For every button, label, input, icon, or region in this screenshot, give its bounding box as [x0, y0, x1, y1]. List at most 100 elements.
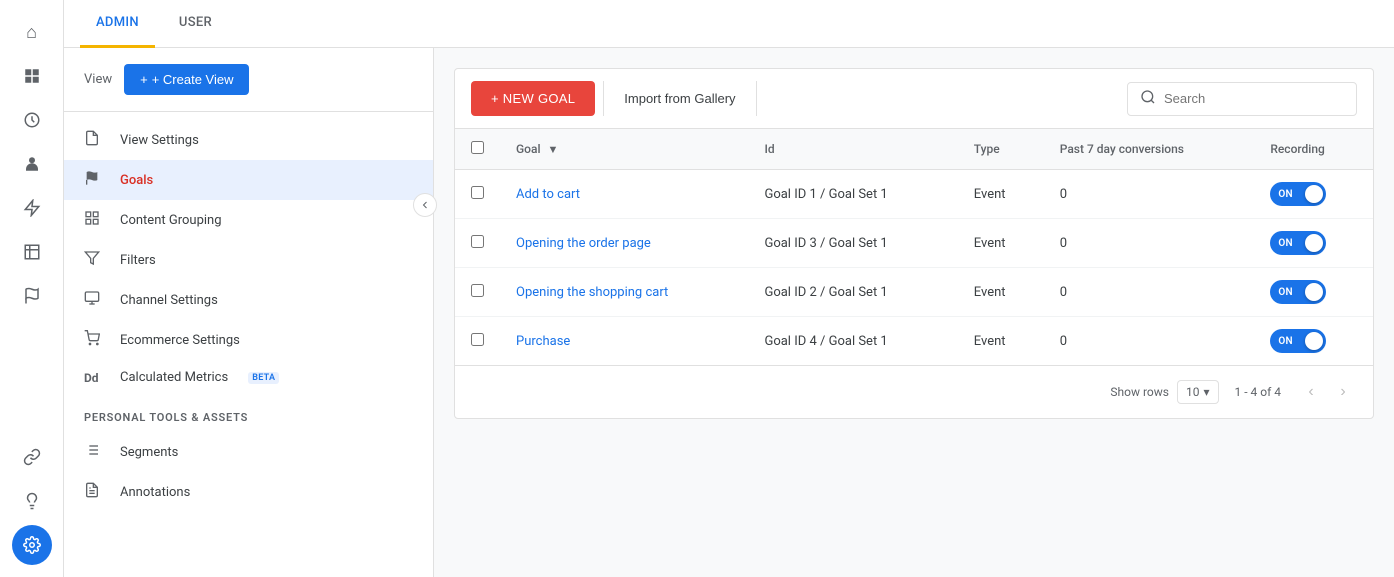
sort-icon: ▼	[548, 143, 559, 156]
home-icon[interactable]: ⌂	[12, 12, 52, 52]
table-icon[interactable]	[12, 232, 52, 272]
row-checkbox[interactable]	[471, 284, 484, 297]
view-label: View	[84, 72, 112, 87]
goal-cell: Opening the order page	[500, 219, 748, 268]
toggle-knob	[1305, 283, 1323, 301]
rows-select: Show rows 10 ▾	[1110, 380, 1218, 404]
pagination-info: 1 - 4 of 4	[1235, 385, 1281, 399]
goals-toolbar: + NEW GOAL Import from Gallery	[455, 69, 1373, 129]
create-view-button[interactable]: + + Create View	[124, 64, 249, 95]
bulb-icon[interactable]	[12, 481, 52, 521]
filter-icon	[84, 250, 104, 270]
row-checkbox[interactable]	[471, 235, 484, 248]
sidebar-item-filters[interactable]: Filters	[64, 240, 433, 280]
sidebar-item-view-settings[interactable]: View Settings	[64, 120, 433, 160]
cart-icon	[84, 330, 104, 350]
row-checkbox-cell	[455, 170, 500, 219]
rows-count: 10	[1186, 385, 1200, 399]
content-grouping-icon	[84, 210, 104, 230]
recording-toggle[interactable]: ON	[1270, 182, 1326, 206]
rows-dropdown[interactable]: 10 ▾	[1177, 380, 1219, 404]
row-checkbox-cell	[455, 219, 500, 268]
search-input[interactable]	[1164, 91, 1344, 106]
sidebar-item-segments[interactable]: Segments	[64, 432, 433, 472]
person-icon[interactable]	[12, 144, 52, 184]
new-goal-button[interactable]: + NEW GOAL	[471, 81, 595, 116]
recording-toggle[interactable]: ON	[1270, 280, 1326, 304]
segments-icon	[84, 442, 104, 462]
sidebar-item-label: Filters	[120, 253, 156, 268]
goal-link[interactable]: Purchase	[516, 334, 570, 349]
goals-icon	[84, 170, 104, 190]
row-checkbox[interactable]	[471, 186, 484, 199]
sidebar-item-label: Goals	[120, 173, 153, 188]
sidebar-item-label: Content Grouping	[120, 213, 222, 228]
annotations-icon	[84, 482, 104, 502]
left-panel: View + + Create View View Settings	[64, 48, 434, 577]
table-header-row: Goal ▼ Id Type Past 7 day conversions Re…	[455, 129, 1373, 170]
beta-badge: BETA	[248, 372, 279, 384]
sidebar-item-channel-settings[interactable]: Channel Settings	[64, 280, 433, 320]
goal-column-header: Goal ▼	[500, 129, 748, 170]
toggle-label: ON	[1278, 189, 1293, 200]
pagination-nav: ‹ ›	[1297, 378, 1357, 406]
goal-link[interactable]: Opening the shopping cart	[516, 285, 668, 300]
recording-toggle[interactable]: ON	[1270, 329, 1326, 353]
bolt-icon[interactable]	[12, 188, 52, 228]
channel-icon	[84, 290, 104, 310]
toggle-label: ON	[1278, 336, 1293, 347]
gear-icon[interactable]	[12, 525, 52, 565]
content-row: View + + Create View View Settings	[64, 48, 1394, 577]
id-cell: Goal ID 3 / Goal Set 1	[748, 219, 957, 268]
sidebar-item-goals[interactable]: Goals	[64, 160, 433, 200]
next-page-button[interactable]: ›	[1329, 378, 1357, 406]
goal-link[interactable]: Opening the order page	[516, 236, 651, 251]
type-cell: Event	[958, 268, 1044, 317]
main-area: ADMIN USER View + + Create View View Set…	[64, 0, 1394, 577]
collapse-panel-button[interactable]	[413, 193, 437, 217]
prev-page-button[interactable]: ‹	[1297, 378, 1325, 406]
import-from-gallery-button[interactable]: Import from Gallery	[603, 81, 756, 116]
sidebar-item-ecommerce[interactable]: Ecommerce Settings	[64, 320, 433, 360]
id-column-header: Id	[748, 129, 957, 170]
sidebar-item-annotations[interactable]: Annotations	[64, 472, 433, 512]
goals-table: Goal ▼ Id Type Past 7 day conversions Re…	[455, 129, 1373, 365]
type-cell: Event	[958, 170, 1044, 219]
toggle-knob	[1305, 332, 1323, 350]
left-panel-header: View + + Create View	[64, 48, 433, 112]
goal-cell: Opening the shopping cart	[500, 268, 748, 317]
nav-menu: View Settings Goals Content Grouping	[64, 112, 433, 577]
sidebar-item-label: Calculated Metrics	[120, 370, 228, 385]
plus-icon: +	[140, 72, 148, 87]
toggle-knob	[1305, 234, 1323, 252]
row-checkbox[interactable]	[471, 333, 484, 346]
flag-icon[interactable]	[12, 276, 52, 316]
recording-column-header: Recording	[1254, 129, 1373, 170]
pagination-row: Show rows 10 ▾ 1 - 4 of 4 ‹ ›	[455, 365, 1373, 418]
sidebar-item-label: Channel Settings	[120, 293, 218, 308]
id-cell: Goal ID 1 / Goal Set 1	[748, 170, 957, 219]
icon-sidebar: ⌂	[0, 0, 64, 577]
id-cell: Goal ID 2 / Goal Set 1	[748, 268, 957, 317]
toggle-label: ON	[1278, 238, 1293, 249]
tab-admin[interactable]: ADMIN	[80, 0, 155, 48]
recording-cell: ON	[1254, 317, 1373, 366]
table-row: Opening the order page Goal ID 3 / Goal …	[455, 219, 1373, 268]
clock-icon[interactable]	[12, 100, 52, 140]
link-icon[interactable]	[12, 437, 52, 477]
dashboard-icon[interactable]	[12, 56, 52, 96]
goal-cell: Add to cart	[500, 170, 748, 219]
conversions-column-header: Past 7 day conversions	[1044, 129, 1255, 170]
sidebar-item-content-grouping[interactable]: Content Grouping	[64, 200, 433, 240]
conversions-cell: 0	[1044, 268, 1255, 317]
goal-link[interactable]: Add to cart	[516, 187, 580, 202]
id-cell: Goal ID 4 / Goal Set 1	[748, 317, 957, 366]
sidebar-item-label: Annotations	[120, 485, 190, 500]
recording-toggle[interactable]: ON	[1270, 231, 1326, 255]
right-panel: + NEW GOAL Import from Gallery	[434, 48, 1394, 577]
tab-user[interactable]: USER	[163, 0, 228, 48]
row-checkbox-cell	[455, 317, 500, 366]
select-all-checkbox[interactable]	[471, 141, 484, 154]
sidebar-item-calculated-metrics[interactable]: Dd Calculated Metrics BETA	[64, 360, 433, 395]
personal-tools-header: PERSONAL TOOLS & ASSETS	[64, 395, 433, 432]
